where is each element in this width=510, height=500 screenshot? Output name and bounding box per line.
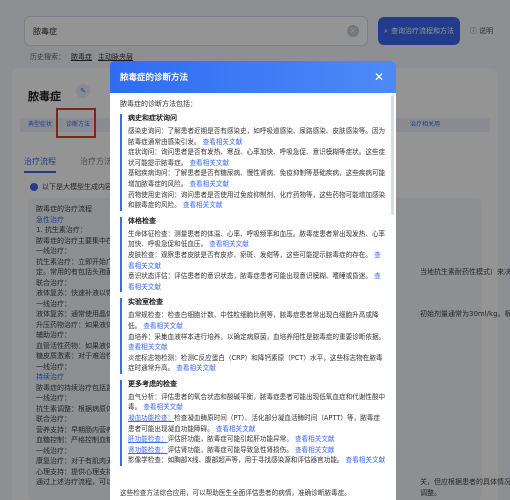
diagnosis-item: 影像学检查：如胸部X线、腹部超声等，用于寻找感染源和评估器官功能。 查看相关文献 bbox=[128, 455, 386, 466]
diagnosis-item-label: 影像学检查： bbox=[128, 456, 168, 465]
diagnosis-item: 药物使用史询问：询问患者是否使用过免疫抑制剂、化疗药物等，这些药物可能增加感染和… bbox=[128, 190, 386, 211]
diagnosis-item-label: 感染史询问： bbox=[128, 127, 168, 135]
diagnosis-item-text: 采集血液样本进行培养，以确定病原菌，血培养阳性是脓毒症的重要诊断依据。 bbox=[154, 332, 386, 341]
diagnosis-item: 炎症标志物检测：检测C反应蛋白（CRP）和降钙素原（PCT）水平，这些标志物在脓… bbox=[128, 353, 386, 374]
diagnosis-item: 血培养：采集血液样本进行培养，以确定病原菌，血培养阳性是脓毒症的重要诊断依据。 … bbox=[128, 332, 386, 353]
literature-link[interactable]: 查看相关文献 bbox=[346, 456, 386, 464]
diagnosis-item-label: 凝血功能检查： bbox=[128, 414, 175, 423]
diagnosis-item-text: 评估肾功能，脓毒症可能导致急性肾损伤。 bbox=[167, 445, 295, 454]
literature-link[interactable]: 查看相关文献 bbox=[203, 138, 243, 146]
diagnosis-item: 感染史询问：了解患者近期是否有感染史，如呼吸道感染、尿路感染、皮肤感染等。因为脓… bbox=[128, 126, 386, 147]
diagnosis-item-label: 肝功能检查： bbox=[128, 435, 168, 444]
diagnosis-item-label: 皮肤检查： bbox=[128, 250, 161, 259]
diagnosis-item: 肝功能检查：评估肝功能，脓毒症可能引起肝功能异常。 查看相关文献 bbox=[128, 434, 386, 445]
literature-link[interactable]: 查看相关文献 bbox=[216, 425, 256, 433]
diagnosis-item: 症状询问：询问患者是否有发热、寒战、心率加快、呼吸急促、意识模糊等症状。这些症状… bbox=[128, 147, 386, 168]
diagnosis-modal: 脓毒症的诊断方法 ✕ 脓毒症的诊断方法包括： 病史和症状询问感染史询问：了解患者… bbox=[110, 61, 396, 500]
literature-link[interactable]: 查看相关文献 bbox=[295, 446, 335, 454]
literature-link[interactable]: 查看相关文献 bbox=[295, 435, 335, 443]
diagnosis-section: 体格检查生命体征检查：测量患者的体温、心率、呼吸频率和血压。脓毒症患者常出现发热… bbox=[120, 216, 386, 293]
modal-footer: 这些检查方法综合应用，可以帮助医生全面评估患者的病情，准确诊断脓毒症。 bbox=[120, 489, 351, 497]
literature-link[interactable]: 查看相关文献 bbox=[128, 343, 168, 351]
diagnosis-item: 血气分析：评估患者的氧合状态和酸碱平衡，脓毒症患者可能出现低氧血症和代谢性酸中毒… bbox=[128, 392, 386, 413]
modal-title: 脓毒症的诊断方法 bbox=[120, 73, 189, 83]
diagnosis-item-text: 评估患者的意识状态，脓毒症患者可能出现意识模糊、嗜睡或昏迷。 bbox=[174, 272, 375, 281]
diagnosis-item: 基础疾病询问：了解患者是否有糖尿病、慢性肾病、免疫抑制等基础疾病，这些疾病可能增… bbox=[128, 168, 386, 189]
diagnosis-section: 更多考虑的检查血气分析：评估患者的氧合状态和酸碱平衡，脓毒症患者可能出现低氧血症… bbox=[120, 379, 386, 467]
diagnosis-item-label: 基础疾病询问： bbox=[128, 169, 175, 178]
diagnosis-item-text: 询问患者是否有发热、寒战、心率加快、呼吸急促、意识模糊等症状。这些症状可能提示脓… bbox=[128, 148, 386, 167]
diagnosis-item: 意识状态评估：评估患者的意识状态，脓毒症患者可能出现意识模糊、嗜睡或昏迷。 查看… bbox=[128, 271, 386, 292]
diagnosis-item-label: 肾功能检查： bbox=[128, 445, 168, 454]
diagnosis-item-label: 血常规检查： bbox=[128, 311, 168, 320]
diagnosis-item-label: 血气分析： bbox=[128, 392, 161, 401]
diagnosis-item-text: 如胸部X线、腹部超声等，用于寻找感染源和评估器官功能。 bbox=[167, 456, 346, 465]
section-title: 更多考虑的检查 bbox=[128, 379, 177, 388]
section-title: 实验室检查 bbox=[128, 298, 163, 307]
diagnosis-item-label: 症状询问： bbox=[128, 148, 161, 157]
diagnosis-item: 皮肤检查：观察患者皮肤是否有皮疹、瘀斑、发绀等，这些可能提示脓毒症的存在。 查看… bbox=[128, 250, 386, 271]
literature-link[interactable]: 查看相关文献 bbox=[209, 240, 249, 248]
diagnosis-item: 生命体征检查：测量患者的体温、心率、呼吸频率和血压。脓毒症患者常出现发热、心率加… bbox=[128, 229, 386, 250]
close-icon[interactable]: ✕ bbox=[372, 70, 386, 84]
diagnosis-item-label: 血培养： bbox=[128, 332, 155, 341]
diagnosis-section: 实验室检查血常规检查：检查白细胞计数、中性粒细胞比例等，脓毒症患者常出现白细胞升… bbox=[120, 298, 386, 374]
diagnosis-item-text: 评估肝功能，脓毒症可能引起肝功能异常。 bbox=[167, 435, 295, 444]
section-title: 体格检查 bbox=[128, 216, 156, 225]
diagnosis-item-label: 意识状态评估： bbox=[128, 272, 175, 281]
diagnosis-item: 凝血功能检查：检查凝血酶原时间（PT）、活化部分凝血活酶时间（APTT）等，脓毒… bbox=[128, 413, 386, 434]
modal-header: 脓毒症的诊断方法 ✕ bbox=[110, 61, 396, 93]
literature-link[interactable]: 查看相关文献 bbox=[189, 159, 229, 167]
diagnosis-item-label: 炎症标志物检测： bbox=[128, 353, 181, 362]
literature-link[interactable]: 查看相关文献 bbox=[183, 201, 223, 209]
literature-link[interactable]: 查看相关文献 bbox=[143, 322, 183, 330]
diagnosis-item-text: 观察患者皮肤是否有皮疹、瘀斑、发绀等，这些可能提示脓毒症的存在。 bbox=[160, 250, 375, 259]
modal-body: 脓毒症的诊断方法包括： 病史和症状询问感染史询问：了解患者近期是否有感染史，如呼… bbox=[110, 93, 396, 467]
diagnosis-item-label: 药物使用史询问： bbox=[128, 190, 181, 199]
section-title: 病史和症状询问 bbox=[128, 114, 177, 122]
literature-link[interactable]: 查看相关文献 bbox=[176, 364, 216, 372]
literature-link[interactable]: 查看相关文献 bbox=[143, 403, 183, 411]
diagnosis-item: 血常规检查：检查白细胞计数、中性粒细胞比例等，脓毒症患者常出现白细胞升高或降低。… bbox=[128, 310, 386, 331]
diagnosis-section: 病史和症状询问感染史询问：了解患者近期是否有感染史，如呼吸道感染、尿路感染、皮肤… bbox=[120, 114, 386, 211]
diagnosis-item: 肾功能检查：评估肾功能，脓毒症可能导致急性肾损伤。 查看相关文献 bbox=[128, 445, 386, 456]
diagnosis-item-label: 生命体征检查： bbox=[128, 229, 175, 238]
literature-link[interactable]: 查看相关文献 bbox=[189, 180, 229, 188]
scrollbar[interactable] bbox=[391, 95, 394, 215]
modal-intro: 脓毒症的诊断方法包括： bbox=[120, 100, 197, 108]
